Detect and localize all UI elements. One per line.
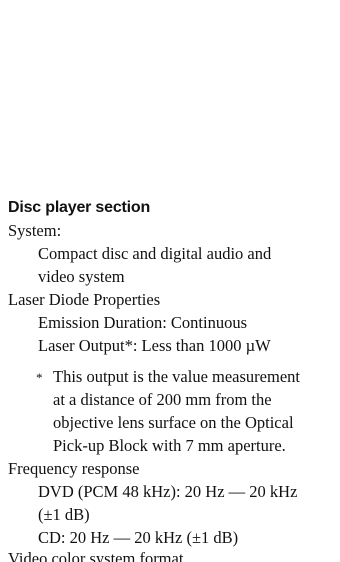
laser-output: Laser Output*: Less than 1000 µW <box>38 336 271 355</box>
footnote-line-1: This output is the value measurement <box>53 367 300 386</box>
laser-diode-label: Laser Diode Properties <box>8 290 161 309</box>
section-heading: Disc player section <box>8 199 151 216</box>
system-value-line-2: video system <box>38 267 125 286</box>
video-color-system-label: Video color system format <box>8 549 184 562</box>
dvd-frequency-line-1: DVD (PCM 48 kHz): 20 Hz — 20 kHz <box>38 482 298 501</box>
dvd-frequency-line-2: (±1 dB) <box>38 505 90 524</box>
footnote-marker: * <box>36 370 43 385</box>
footnote-line-2: at a distance of 200 mm from the <box>53 390 272 409</box>
system-label: System: <box>8 221 62 240</box>
spec-page: Disc player section System: Compact disc… <box>0 0 340 562</box>
footnote-line-4: Pick-up Block with 7 mm aperture. <box>53 436 286 455</box>
system-value-line-1: Compact disc and digital audio and <box>38 244 272 263</box>
footnote-line-3: objective lens surface on the Optical <box>53 413 294 432</box>
frequency-response-label: Frequency response <box>8 459 140 478</box>
cd-frequency: CD: 20 Hz — 20 kHz (±1 dB) <box>38 528 239 547</box>
emission-duration: Emission Duration: Continuous <box>38 313 248 332</box>
